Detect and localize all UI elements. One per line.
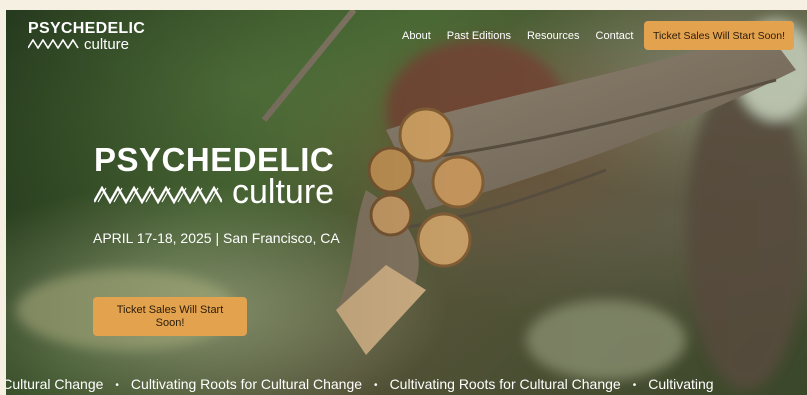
nav-resources[interactable]: Resources <box>527 30 580 42</box>
marquee-segment: Cultivating Roots for Cultural Change <box>389 376 621 392</box>
site-logo[interactable]: PSYCHEDELIC culture <box>28 20 145 60</box>
hero-ticket-button[interactable]: Ticket Sales Will Start Soon! <box>93 297 247 336</box>
hero-zigzag-icon <box>94 186 222 204</box>
bullet-separator: • <box>632 379 637 391</box>
tagline-marquee: for Cultural Change • Cultivating Roots fo… <box>6 376 807 395</box>
marquee-segment: Cultivating Roots for Cultural Change <box>130 376 363 392</box>
marquee-segment: Cultivating <box>648 376 714 392</box>
bullet-separator: • <box>115 379 119 391</box>
nav-contact[interactable]: Contact <box>596 30 634 42</box>
nav-past-editions[interactable]: Past Editions <box>447 30 511 42</box>
logo-wordmark-line2: culture <box>84 36 130 53</box>
main-nav: About Past Editions Resources Contact <box>402 30 633 42</box>
hero-logo: PSYCHEDELIC culture <box>94 142 354 222</box>
header-ticket-button[interactable]: Ticket Sales Will Start Soon! <box>644 21 794 50</box>
marquee-track: for Cultural Change • Cultivating Roots fo… <box>6 376 714 392</box>
event-date-location: APRIL 17-18, 2025 | San Francisco, CA <box>93 230 340 246</box>
hero-logo-line2: culture <box>232 173 335 211</box>
bullet-separator: • <box>374 379 378 391</box>
nav-about[interactable]: About <box>402 30 431 42</box>
logo-zigzag-icon <box>28 39 79 49</box>
marquee-segment: for Cultural Change <box>6 376 104 392</box>
hero-section: PSYCHEDELIC culture About Past Editions … <box>6 10 807 395</box>
